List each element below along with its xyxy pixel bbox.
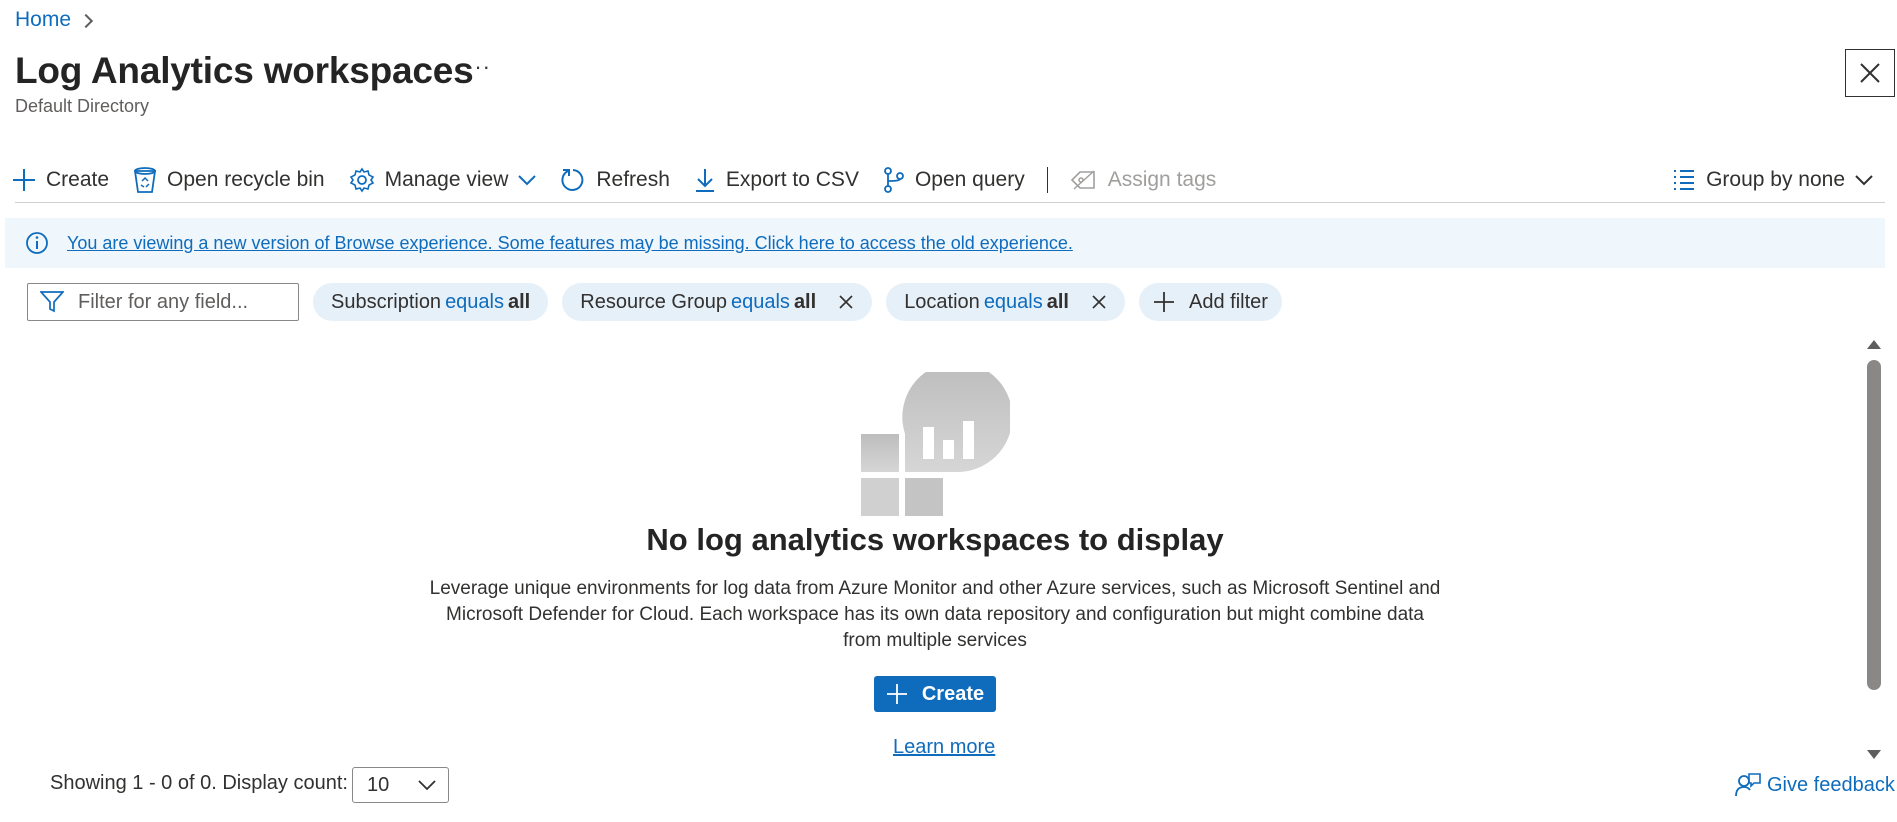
group-by-label: Group by none — [1706, 168, 1845, 191]
pagination-summary: Showing 1 - 0 of 0. Display count: — [50, 772, 348, 794]
create-workspace-button[interactable]: Create — [874, 676, 996, 712]
filter-search-placeholder: Filter for any field... — [78, 290, 249, 313]
create-button[interactable]: Create — [0, 160, 121, 200]
refresh-label: Refresh — [596, 168, 670, 191]
filter-value: all — [508, 290, 531, 313]
list-icon — [1674, 170, 1695, 190]
filter-pill-resource-group[interactable]: Resource Group equals all — [562, 283, 873, 321]
refresh-icon — [561, 169, 584, 191]
learn-more-link[interactable]: Learn more — [893, 736, 995, 759]
filter-operator: equals — [983, 290, 1043, 313]
download-icon — [695, 169, 714, 192]
empty-state-description: Leverage unique environments for log dat… — [429, 578, 1441, 651]
close-button[interactable] — [1845, 49, 1895, 97]
scroll-up-arrow[interactable] — [1867, 340, 1881, 349]
filter-value: all — [793, 290, 817, 313]
display-count-select[interactable]: 10 — [352, 767, 449, 803]
funnel-icon — [40, 291, 64, 313]
give-feedback-link[interactable]: Give feedback — [1735, 772, 1895, 798]
refresh-button[interactable]: Refresh — [548, 160, 682, 200]
page-subtitle: Default Directory — [15, 96, 150, 116]
give-feedback-label: Give feedback — [1767, 773, 1895, 796]
feedback-icon — [1735, 773, 1761, 797]
empty-state-title: No log analytics workspaces to display — [646, 522, 1224, 557]
create-workspace-label: Create — [921, 682, 985, 705]
open-recycle-bin-button[interactable]: Open recycle bin — [121, 160, 337, 200]
toolbar-divider — [1046, 167, 1048, 193]
export-csv-label: Export to CSV — [725, 168, 859, 191]
filter-value: all — [1046, 290, 1069, 313]
assign-tags-button[interactable]: Assign tags — [1058, 160, 1229, 200]
toolbar-divider-line — [15, 202, 1885, 203]
breadcrumb-home-link[interactable]: Home — [15, 8, 71, 32]
filter-field: Subscription — [331, 290, 442, 313]
chevron-right-icon — [78, 13, 94, 28]
recycle-bin-icon — [133, 167, 157, 193]
filter-operator: equals — [731, 290, 790, 313]
tag-icon — [1070, 170, 1095, 190]
info-banner: You are viewing a new version of Browse … — [5, 218, 1885, 268]
add-filter-button[interactable]: Add filter — [1139, 283, 1282, 321]
open-query-label: Open query — [914, 168, 1025, 191]
recycle-bin-label: Open recycle bin — [167, 168, 325, 191]
close-icon — [1860, 63, 1880, 83]
chevron-down-icon — [1855, 175, 1873, 186]
workspace-illustration — [861, 372, 1010, 516]
display-count-value: 10 — [367, 773, 390, 796]
old-experience-link[interactable]: You are viewing a new version of Browse … — [67, 233, 1073, 254]
plus-icon — [13, 169, 35, 191]
page-title: Log Analytics workspaces — [15, 50, 474, 91]
gear-icon — [349, 167, 374, 193]
create-label: Create — [46, 168, 110, 191]
manage-view-label: Manage view — [384, 168, 509, 191]
more-actions-button[interactable]: ··· — [466, 54, 491, 80]
dismiss-icon[interactable] — [838, 294, 854, 310]
filter-operator: equals — [445, 290, 504, 313]
filter-bar: Filter for any field... Subscription equ… — [27, 282, 1282, 322]
filter-pill-subscription[interactable]: Subscription equals all — [313, 283, 549, 321]
filter-field: Location — [904, 290, 980, 313]
filter-field: Resource Group — [580, 290, 727, 313]
open-query-button[interactable]: Open query — [871, 160, 1037, 200]
command-bar: Create Open recycle bin Manage view Refr… — [0, 156, 1885, 204]
dismiss-icon[interactable] — [1091, 294, 1107, 310]
manage-view-button[interactable]: Manage view — [337, 160, 549, 200]
add-filter-label: Add filter — [1189, 290, 1268, 313]
breadcrumb: Home — [15, 8, 94, 32]
assign-tags-label: Assign tags — [1107, 168, 1217, 191]
filter-pill-location[interactable]: Location equals all — [886, 283, 1125, 321]
filter-search-input[interactable]: Filter for any field... — [27, 283, 299, 321]
info-icon — [26, 232, 48, 254]
export-csv-button[interactable]: Export to CSV — [682, 160, 871, 200]
group-by-dropdown[interactable]: Group by none — [1660, 160, 1885, 200]
query-icon — [884, 167, 904, 193]
chevron-down-icon — [418, 780, 436, 791]
plus-icon — [886, 684, 907, 704]
chevron-down-icon — [518, 175, 537, 186]
scroll-down-arrow[interactable] — [1867, 750, 1881, 759]
plus-icon — [1154, 292, 1174, 312]
